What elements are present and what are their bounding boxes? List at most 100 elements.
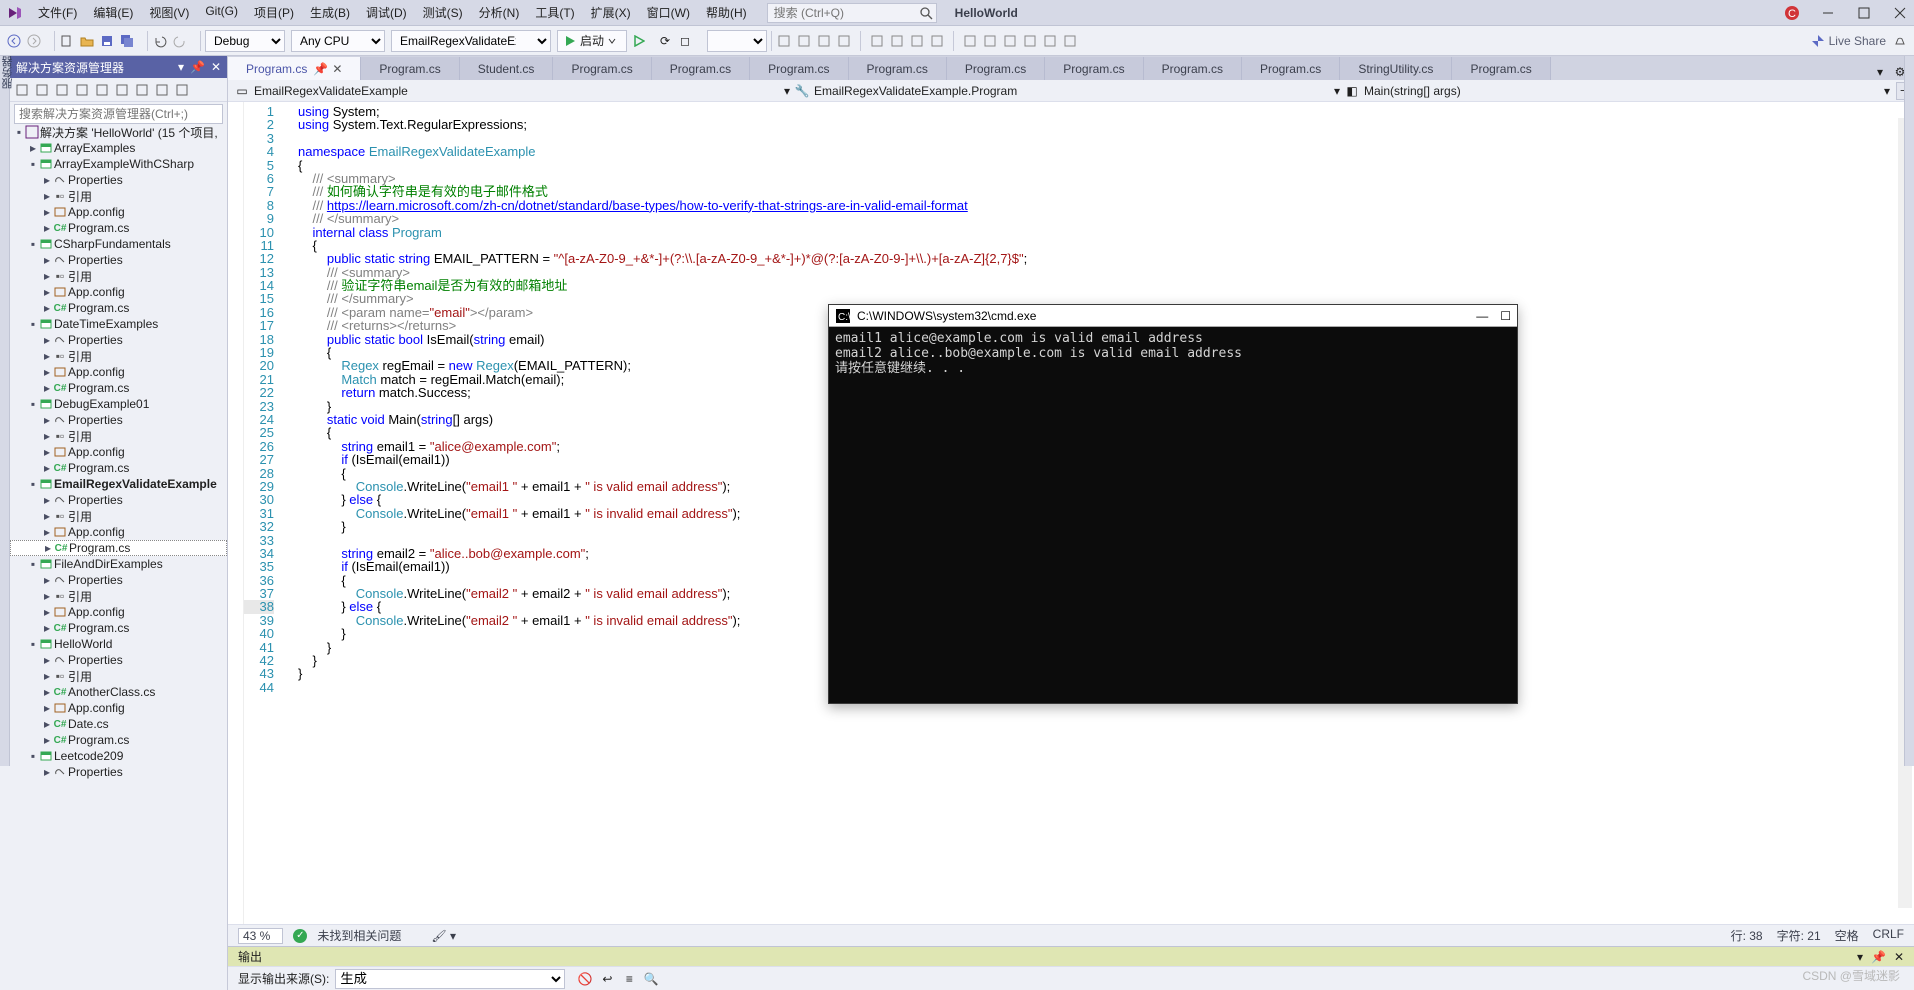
global-search[interactable] [767,3,937,23]
console-minimize-button[interactable]: — [1476,309,1488,323]
editor-tab[interactable]: Program.cs [1045,57,1143,80]
filter-icon[interactable] [154,82,170,98]
menu-item[interactable]: 工具(T) [527,4,582,21]
pane-dropdown-icon[interactable]: ▾ [178,60,184,74]
file-node[interactable]: ▸▪▫引用 [10,348,227,364]
project-node[interactable]: ▪EmailRegexValidateExample [10,476,227,492]
pane-pin-icon[interactable]: 📌 [190,60,205,74]
file-node[interactable]: ▸Properties [10,172,227,188]
window-maximize-button[interactable] [1856,5,1872,21]
toolbar-icon[interactable] [776,33,792,49]
show-all-icon[interactable] [74,82,90,98]
toolbar-icon[interactable] [962,33,978,49]
toolbar-icon[interactable] [929,33,945,49]
file-node[interactable]: ▸App.config [10,700,227,716]
editor-tab[interactable]: Student.cs [460,57,554,80]
project-node[interactable]: ▪HelloWorld [10,636,227,652]
project-node[interactable]: ▪ArrayExampleWithCSharp [10,156,227,172]
properties-icon[interactable] [94,82,110,98]
live-share-button[interactable]: Live Share [1811,34,1886,48]
collapse-icon[interactable] [54,82,70,98]
stop-icon[interactable]: ◻ [677,33,693,49]
file-node[interactable]: ▸Properties [10,412,227,428]
platform-select[interactable]: Any CPU [291,30,385,52]
toolbar-icon[interactable] [796,33,812,49]
empty-select[interactable] [707,30,767,52]
project-node[interactable]: ▪CSharpFundamentals [10,236,227,252]
startup-project-select[interactable]: EmailRegexValidateExample [391,30,551,52]
editor-tab[interactable]: Program.cs [652,57,750,80]
pane-close-icon[interactable]: ✕ [211,60,221,74]
editor-tab[interactable]: Program.cs [947,57,1045,80]
start-debug-button[interactable]: 启动 [557,30,627,52]
toolbar-icon[interactable] [1042,33,1058,49]
menu-item[interactable]: 扩展(X) [583,4,639,21]
start-without-debug-button[interactable] [631,33,647,49]
menu-item[interactable]: 文件(F) [30,4,85,21]
notify-icon[interactable] [1892,33,1908,49]
console-maximize-button[interactable]: ☐ [1500,309,1511,323]
file-node[interactable]: ▸▪▫引用 [10,268,227,284]
file-node[interactable]: ▸App.config [10,284,227,300]
output-source-select[interactable]: 生成 [335,969,565,989]
file-node[interactable]: ▸C#Date.cs [10,716,227,732]
editor-tab[interactable]: Program.cs [1452,57,1550,80]
toolbar-icon[interactable] [816,33,832,49]
menu-item[interactable]: Git(G) [197,4,246,21]
solution-root[interactable]: ▪解决方案 'HelloWorld' (15 个项目, [10,124,227,140]
file-node[interactable]: ▸▪▫引用 [10,188,227,204]
window-close-button[interactable] [1892,5,1908,21]
menu-item[interactable]: 编辑(E) [85,4,141,21]
toolbar-icon[interactable] [1022,33,1038,49]
editor-tab[interactable]: Program.cs [750,57,848,80]
new-file-icon[interactable] [59,33,75,49]
toolbar-icon[interactable] [1002,33,1018,49]
save-icon[interactable] [99,33,115,49]
tabs-overflow-icon[interactable]: ▾ [1872,64,1888,80]
project-node[interactable]: ▪FileAndDirExamples [10,556,227,572]
file-node[interactable]: ▸C#Program.cs [10,540,227,556]
file-node[interactable]: ▸▪▫引用 [10,508,227,524]
output-goto-icon[interactable]: ≡ [621,971,637,987]
toolbar-icon[interactable] [869,33,885,49]
file-node[interactable]: ▸C#AnotherClass.cs [10,684,227,700]
editor-tab[interactable]: Program.cs [1242,57,1340,80]
file-node[interactable]: ▸C#Program.cs [10,380,227,396]
output-clear-icon[interactable]: 🚫 [577,971,593,987]
menu-item[interactable]: 测试(S) [415,4,471,21]
step-icon[interactable]: ⟳ [657,33,673,49]
file-node[interactable]: ▸▪▫引用 [10,428,227,444]
file-node[interactable]: ▸App.config [10,604,227,620]
file-node[interactable]: ▸▪▫引用 [10,588,227,604]
file-node[interactable]: ▸Properties [10,764,227,780]
editor-tab[interactable]: Program.cs [361,57,459,80]
toolbar-icon[interactable] [889,33,905,49]
solution-tree[interactable]: ▪解决方案 'HelloWorld' (15 个项目,▸ArrayExample… [10,124,227,990]
output-close-icon[interactable]: ✕ [1894,950,1904,964]
back-icon[interactable] [6,33,22,49]
sync-icon[interactable] [34,82,50,98]
project-node[interactable]: ▪DebugExample01 [10,396,227,412]
toolbar-icon[interactable] [836,33,852,49]
output-pin-icon[interactable]: 📌 [1871,950,1886,964]
output-find-icon[interactable]: 🔍 [643,971,659,987]
project-node[interactable]: ▪DateTimeExamples [10,316,227,332]
file-node[interactable]: ▸C#Program.cs [10,620,227,636]
feedback-icon[interactable]: C [1784,5,1800,21]
zoom-select[interactable]: 43 % [238,928,283,944]
brush-icon[interactable]: 🖌 ▾ [431,929,456,943]
file-node[interactable]: ▸Properties [10,332,227,348]
file-node[interactable]: ▸C#Program.cs [10,732,227,748]
output-dropdown-icon[interactable]: ▾ [1857,950,1863,964]
file-node[interactable]: ▸C#Program.cs [10,460,227,476]
menu-item[interactable]: 视图(V) [141,4,197,21]
editor-tab[interactable]: Program.cs [553,57,651,80]
file-node[interactable]: ▸Properties [10,572,227,588]
menu-item[interactable]: 分析(N) [471,4,528,21]
menu-item[interactable]: 帮助(H) [698,4,755,21]
file-node[interactable]: ▸Properties [10,252,227,268]
console-titlebar[interactable]: C:\ C:\WINDOWS\system32\cmd.exe — ☐ [829,305,1517,327]
output-wrap-icon[interactable]: ↩ [599,971,615,987]
file-node[interactable]: ▸App.config [10,364,227,380]
toolbar-icon[interactable] [982,33,998,49]
